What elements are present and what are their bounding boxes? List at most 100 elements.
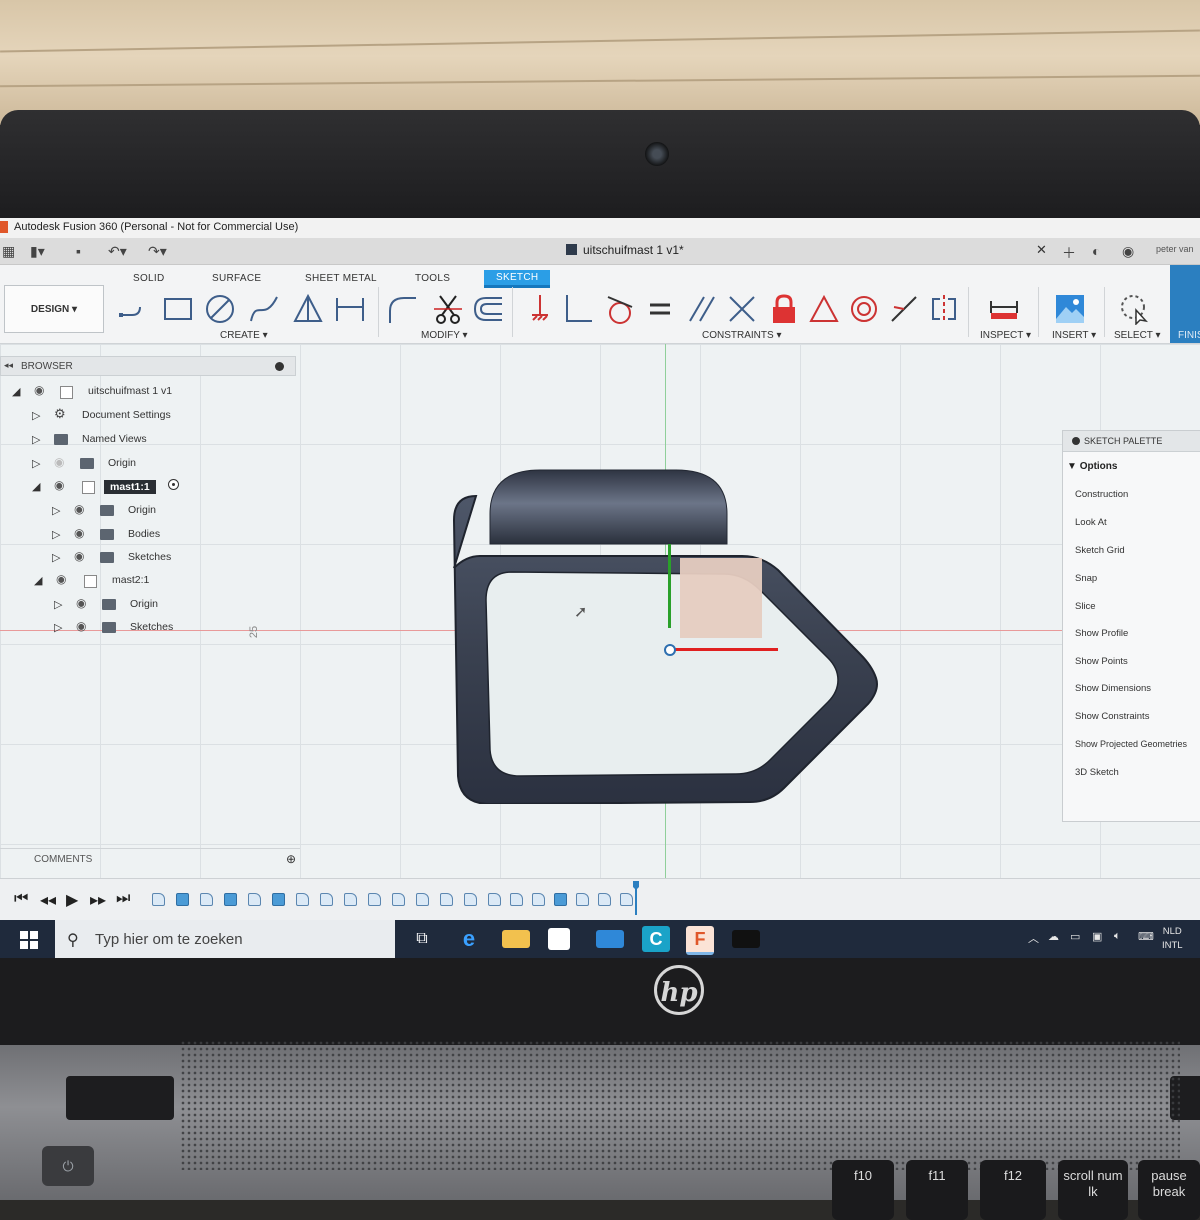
- terminal-app-icon[interactable]: [732, 930, 760, 948]
- timeline-fillet-feature[interactable]: [510, 893, 523, 906]
- concentric-constraint-icon[interactable]: [848, 293, 880, 325]
- job-status-icon[interactable]: ◐: [1092, 243, 1100, 259]
- option-look-at[interactable]: Look At: [1075, 517, 1107, 528]
- option-show-points[interactable]: Show Points: [1075, 656, 1128, 667]
- timeline-sketch-feature[interactable]: [200, 893, 213, 906]
- volume-icon[interactable]: 🔈︎: [1114, 930, 1121, 943]
- tangent-constraint-icon[interactable]: [604, 293, 636, 325]
- key-f11[interactable]: f11: [906, 1160, 968, 1220]
- timeline-go-end-icon[interactable]: ⏭: [116, 890, 130, 908]
- collapsed-arrow-icon[interactable]: ▷: [32, 409, 40, 422]
- save-icon[interactable]: ▪: [76, 243, 81, 259]
- visibility-eye-icon[interactable]: ◉: [76, 619, 86, 633]
- timeline-fillet-feature[interactable]: [392, 893, 405, 906]
- visibility-eye-icon[interactable]: ◉: [34, 383, 44, 397]
- tray-overflow-icon[interactable]: ︿: [1028, 930, 1039, 946]
- collapsed-arrow-icon[interactable]: ▷: [54, 621, 62, 634]
- circle-tool-icon[interactable]: [204, 293, 236, 325]
- insert-group-label[interactable]: INSERT ▾: [1052, 330, 1096, 341]
- option-show-projected-geometries[interactable]: Show Projected Geometries: [1075, 739, 1187, 749]
- windows-start-button[interactable]: [20, 931, 38, 949]
- comments-panel[interactable]: COMMENTS ⊕: [0, 848, 300, 871]
- timeline-fillet-feature[interactable]: [598, 893, 611, 906]
- tree-node-mast2[interactable]: ◢ ◉ mast2:1: [0, 570, 230, 592]
- offset-tool-icon[interactable]: [472, 293, 504, 325]
- tree-node-mast2-sketches[interactable]: ▷ ◉ Sketches: [0, 617, 230, 639]
- select-group-label[interactable]: SELECT ▾: [1114, 330, 1161, 341]
- tab-sheet-metal[interactable]: SHEET METAL: [305, 273, 377, 284]
- tree-node-origin[interactable]: ▷ ◉ Origin: [0, 453, 230, 475]
- timeline-extrude-feature[interactable]: [224, 893, 237, 906]
- option-construction[interactable]: Construction: [1075, 489, 1128, 500]
- expand-arrow-icon[interactable]: ◢: [32, 480, 40, 493]
- sketch-horizontal-line[interactable]: [672, 648, 778, 651]
- tree-node-document-settings[interactable]: ▷ ⚙ Document Settings: [0, 405, 230, 427]
- timeline-fillet-feature[interactable]: [416, 893, 429, 906]
- fusion-taskbar-icon[interactable]: F: [686, 926, 714, 955]
- task-view-icon[interactable]: ⧉: [408, 926, 436, 952]
- visibility-eye-icon[interactable]: ◉: [56, 572, 66, 586]
- timeline-marker[interactable]: [633, 881, 639, 915]
- timeline-extrude-feature[interactable]: [176, 893, 189, 906]
- taskbar-search-box[interactable]: ⚲ Typ hier om te zoeken: [55, 920, 395, 958]
- store-icon[interactable]: [548, 928, 570, 950]
- tree-node-mast1[interactable]: ◢ ◉ mast1:1: [0, 476, 230, 498]
- visibility-eye-icon[interactable]: ◉: [76, 596, 86, 610]
- timeline-extrude-feature[interactable]: [272, 893, 285, 906]
- timeline-play-icon[interactable]: ▶: [66, 890, 78, 910]
- tree-node-root[interactable]: ◢ ◉ uitschuifmast 1 v1: [0, 381, 230, 403]
- key-scroll-lock[interactable]: scroll num lk: [1058, 1160, 1128, 1220]
- expand-arrow-icon[interactable]: ◢: [34, 574, 42, 587]
- visibility-eye-icon[interactable]: ◉: [74, 549, 84, 563]
- timeline-go-start-icon[interactable]: ⏮: [14, 890, 28, 908]
- timeline-fillet-feature[interactable]: [464, 893, 477, 906]
- key-f12[interactable]: f12: [980, 1160, 1046, 1220]
- collapsed-arrow-icon[interactable]: ▷: [52, 551, 60, 564]
- spline-tool-icon[interactable]: [248, 293, 280, 325]
- notifications-icon[interactable]: ◉: [1122, 243, 1134, 260]
- insert-image-icon[interactable]: [1054, 293, 1086, 325]
- part-body[interactable]: [440, 404, 890, 804]
- create-group-label[interactable]: CREATE ▾: [220, 330, 268, 341]
- network-icon[interactable]: ▣: [1092, 930, 1102, 943]
- timeline-fillet-feature[interactable]: [368, 893, 381, 906]
- timeline-fillet-feature[interactable]: [296, 893, 309, 906]
- fix-constraint-icon[interactable]: [524, 293, 556, 325]
- tree-node-mast1-bodies[interactable]: ▷ ◉ Bodies: [0, 524, 230, 546]
- timeline-fillet-feature[interactable]: [488, 893, 501, 906]
- option-sketch-grid[interactable]: Sketch Grid: [1075, 545, 1125, 556]
- timeline-fillet-feature[interactable]: [440, 893, 453, 906]
- rectangle-tool-icon[interactable]: [162, 293, 194, 325]
- cura-app-icon[interactable]: C: [642, 926, 670, 952]
- option-show-constraints[interactable]: Show Constraints: [1075, 711, 1149, 722]
- browser-header[interactable]: ◂◂ BROWSER: [0, 356, 296, 376]
- symmetry-constraint-icon[interactable]: [928, 293, 960, 325]
- redo-icon[interactable]: ↷▾: [148, 243, 167, 260]
- mail-icon[interactable]: [596, 930, 624, 948]
- option-show-dimensions[interactable]: Show Dimensions: [1075, 683, 1151, 694]
- modify-group-label[interactable]: MODIFY ▾: [421, 330, 468, 341]
- line-tool-icon[interactable]: [118, 293, 150, 325]
- fillet-tool-icon[interactable]: [386, 293, 418, 325]
- browser-pin-icon[interactable]: [275, 362, 284, 371]
- sketch-origin-point[interactable]: [664, 644, 676, 656]
- collapsed-arrow-icon[interactable]: ▷: [32, 457, 40, 470]
- options-section-toggle[interactable]: ▼ Options: [1067, 461, 1117, 472]
- timeline-sketch-feature[interactable]: [532, 893, 545, 906]
- activate-component-radio[interactable]: [168, 479, 179, 490]
- inspect-group-label[interactable]: INSPECT ▾: [980, 330, 1031, 341]
- close-tab-icon[interactable]: ✕: [1036, 242, 1047, 258]
- battery-icon[interactable]: ▭: [1070, 930, 1080, 943]
- file-menu-icon[interactable]: ▮▾: [30, 243, 45, 260]
- add-comment-icon[interactable]: ⊕: [286, 852, 296, 866]
- onedrive-cloud-icon[interactable]: ☁: [1048, 930, 1059, 943]
- collapsed-arrow-icon[interactable]: ▷: [52, 504, 60, 517]
- key-pause-break[interactable]: pause break: [1138, 1160, 1200, 1220]
- tab-tools[interactable]: TOOLS: [415, 273, 450, 284]
- keyboard-icon[interactable]: ⌨: [1138, 930, 1154, 943]
- polygon-tool-icon[interactable]: [292, 293, 324, 325]
- tab-sketch[interactable]: SKETCH: [484, 270, 551, 288]
- document-tab-title[interactable]: uitschuifmast 1 v1*: [583, 243, 684, 257]
- finish-sketch-button[interactable]: FINIS: [1170, 265, 1200, 343]
- collapsed-arrow-icon[interactable]: ▷: [52, 528, 60, 541]
